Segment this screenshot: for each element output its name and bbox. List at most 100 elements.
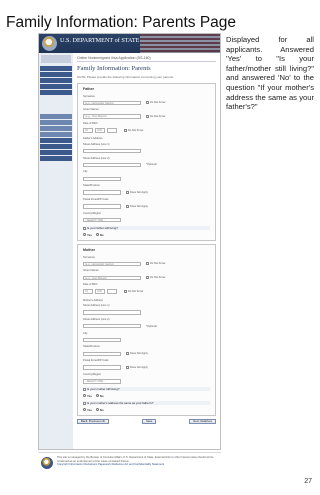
address-heading: Mother's Address — [83, 298, 103, 302]
site-footer: This site is managed by the Bureau of Co… — [38, 452, 221, 474]
page-title: Family Information: Parents Page — [6, 14, 237, 31]
field-label: Country/Region — [83, 373, 102, 377]
father-street1-input[interactable] — [83, 148, 141, 154]
father-postal-na-checkbox[interactable] — [126, 204, 129, 208]
checkbox-label: Does Not Apply — [130, 191, 148, 195]
mother-dob-year-input[interactable] — [107, 289, 117, 294]
father-country-select[interactable]: - SELECT ONE - — [83, 217, 121, 223]
sidebar-item[interactable] — [40, 155, 72, 162]
sidebar-item[interactable] — [40, 149, 72, 156]
sidebar-item[interactable] — [40, 131, 72, 138]
father-dob-month-select[interactable]: JAN — [95, 128, 105, 133]
sidebar — [39, 53, 73, 449]
footer-links[interactable]: Copyright Information Disclaimers Paperw… — [57, 463, 164, 466]
mother-given-unknown-checkbox[interactable] — [146, 276, 149, 280]
sidebar-item[interactable] — [40, 89, 72, 96]
father-surnames-input[interactable]: (e.g., Hernandez Garcia) — [83, 100, 141, 106]
mother-surnames-unknown-checkbox[interactable] — [146, 262, 149, 266]
mother-postal-input[interactable] — [83, 365, 121, 370]
sidebar-item-relatives[interactable] — [40, 101, 72, 108]
sidebar-item[interactable] — [40, 66, 72, 72]
mother-living-yes-radio[interactable] — [83, 394, 86, 398]
checkbox-label: Does Not Apply — [130, 366, 148, 370]
father-city-input[interactable] — [83, 176, 121, 182]
mother-dob-month-select[interactable]: JAN — [95, 289, 105, 294]
field-label: City — [83, 331, 88, 335]
sidebar-item[interactable] — [40, 137, 72, 144]
radio-label: Yes — [87, 232, 92, 237]
field-label: Street Address (Line 2) — [83, 317, 110, 321]
question-marker-icon — [83, 387, 86, 391]
sidebar-item[interactable] — [40, 77, 72, 84]
mother-dob-day-select[interactable]: 01 — [83, 289, 93, 294]
field-label: Street Address (Line 2) — [83, 156, 110, 160]
form-navigation: Back: Previous Info Save Next: Relatives — [77, 419, 216, 425]
sidebar-item-family[interactable] — [40, 95, 72, 102]
mother-living-question: Is your mother still living? — [83, 387, 210, 392]
field-label: Given Names — [83, 269, 99, 273]
field-label: Given Names — [83, 108, 99, 112]
back-button[interactable]: Back: Previous Info — [77, 419, 110, 425]
father-given-names-input[interactable]: (e.g., Juan Miguel) — [83, 114, 141, 119]
site-banner: U.S. DEPARTMENT of STATE — [39, 34, 220, 53]
father-living-no-radio[interactable] — [95, 233, 99, 237]
mother-living-no-radio[interactable] — [95, 394, 99, 398]
checkbox-label: Do Not Know — [128, 128, 144, 132]
save-button[interactable]: Save — [141, 419, 157, 425]
same-address-yes-radio[interactable] — [83, 408, 86, 412]
mother-postal-na-checkbox[interactable] — [126, 366, 129, 370]
optional-label: *Optional — [146, 163, 157, 167]
mother-given-names-input[interactable]: (e.g., Juan Miguel) — [83, 275, 141, 281]
father-section: Father Surnames (e.g., Hernandez Garcia)… — [77, 83, 216, 242]
field-label: Date of Birth — [83, 122, 98, 126]
radio-label: No — [99, 407, 104, 412]
flag-banner-image — [140, 34, 220, 53]
page-caption: Displayed for all applicants. Answered '… — [226, 35, 314, 112]
question-marker-icon — [83, 226, 86, 230]
sidebar-item[interactable] — [40, 125, 72, 132]
father-living-question: Is your father still living? — [83, 226, 210, 231]
field-label: Postal Zone/ZIP Code — [83, 359, 109, 363]
field-label: Street Address (Line 1) — [83, 304, 110, 308]
father-street2-input[interactable] — [83, 162, 141, 168]
field-label: Country/Region — [83, 211, 102, 215]
sidebar-item[interactable] — [40, 71, 72, 78]
sidebar-logo — [41, 55, 71, 63]
sidebar-item[interactable] — [40, 113, 72, 120]
sidebar-item[interactable] — [40, 83, 72, 90]
father-given-unknown-checkbox[interactable] — [146, 115, 149, 119]
mother-dob-unknown-checkbox[interactable] — [124, 290, 127, 294]
checkbox-label: Does Not Apply — [130, 352, 148, 356]
state-department-seal-icon — [42, 36, 57, 51]
father-dob-year-input[interactable] — [107, 128, 117, 133]
sidebar-item[interactable] — [40, 119, 72, 126]
father-state-input[interactable] — [83, 190, 121, 195]
mother-street2-input[interactable] — [83, 323, 141, 329]
field-label: Date of Birth — [83, 283, 98, 287]
father-postal-input[interactable] — [83, 204, 121, 209]
same-address-no-radio[interactable] — [95, 408, 99, 412]
mother-country-select[interactable]: - SELECT ONE - — [83, 379, 121, 384]
sidebar-item[interactable] — [40, 143, 72, 150]
next-button[interactable]: Next: Relatives — [189, 419, 216, 425]
footer-seal-icon — [41, 457, 53, 469]
mother-city-input[interactable] — [83, 337, 121, 343]
checkbox-label: Do Not Know — [150, 101, 166, 105]
mother-state-input[interactable] — [83, 351, 121, 356]
father-surnames-unknown-checkbox[interactable] — [146, 101, 149, 105]
optional-label: *Optional — [146, 324, 157, 328]
address-heading: Father's Address — [83, 137, 103, 141]
mother-surnames-input[interactable]: (e.g., Hernandez Garcia) — [83, 261, 141, 267]
question-marker-icon — [83, 401, 86, 405]
father-dob-unknown-checkbox[interactable] — [124, 128, 127, 132]
mother-state-na-checkbox[interactable] — [126, 352, 129, 356]
father-state-na-checkbox[interactable] — [126, 191, 129, 195]
radio-label: No — [99, 393, 104, 398]
sidebar-item-spouse[interactable] — [40, 107, 72, 114]
father-dob-day-select[interactable]: 01 — [83, 128, 93, 133]
radio-label: Yes — [87, 393, 92, 398]
father-living-yes-radio[interactable] — [83, 233, 86, 237]
mother-street1-input[interactable] — [83, 310, 141, 315]
screenshot-frame: U.S. DEPARTMENT of STATE Online Nonimmig… — [38, 33, 221, 450]
field-label: State/Province — [83, 345, 100, 349]
